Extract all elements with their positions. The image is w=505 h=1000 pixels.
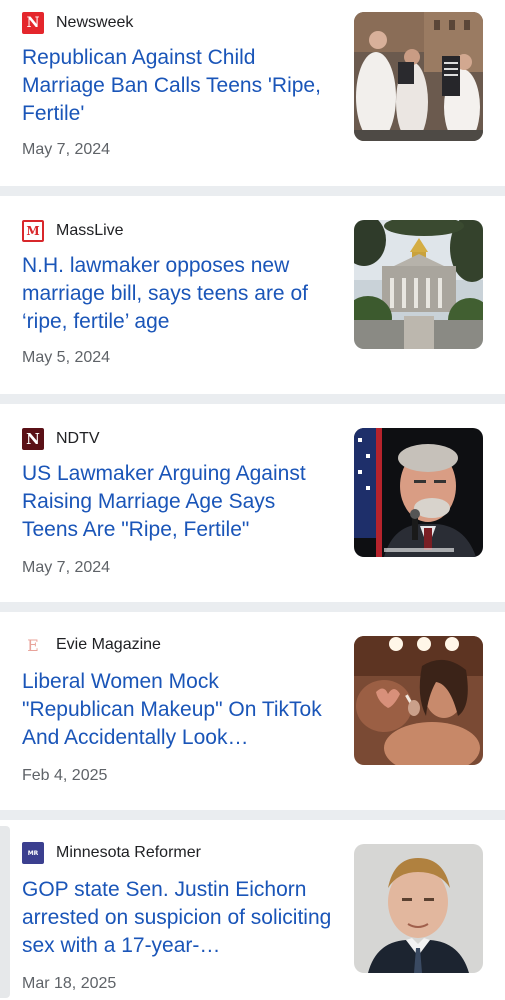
makeup-mirror-photo [354, 636, 483, 765]
news-card[interactable]: N Newsweek Republican Against Child Marr… [0, 0, 505, 186]
source-row: MR Minnesota Reformer [22, 842, 201, 864]
publish-date: Feb 4, 2025 [22, 767, 108, 784]
state-house-photo [354, 220, 483, 349]
article-thumbnail[interactable] [354, 12, 483, 141]
news-card[interactable]: MR Minnesota Reformer GOP state Sen. Jus… [0, 820, 505, 1000]
publish-date: May 7, 2024 [22, 559, 111, 576]
article-thumbnail[interactable] [354, 844, 483, 973]
source-name: Minnesota Reformer [56, 844, 201, 861]
card-separator [0, 602, 505, 612]
headline-link[interactable]: Liberal Women Mock "Republican Makeup" O… [22, 668, 334, 752]
headline-link[interactable]: Republican Against Child Marriage Ban Ca… [22, 44, 334, 128]
senator-portrait-photo [354, 844, 483, 973]
news-card[interactable]: E Evie Magazine Liberal Women Mock "Repu… [0, 612, 505, 798]
news-card[interactable]: N NDTV US Lawmaker Arguing Against Raisi… [0, 404, 505, 590]
article-thumbnail[interactable] [354, 636, 483, 765]
headline-link[interactable]: GOP state Sen. Justin Eichorn arrested o… [22, 876, 334, 960]
card-separator [0, 186, 505, 196]
source-row: M MassLive [22, 220, 124, 242]
publish-date: May 5, 2024 [22, 349, 111, 366]
article-thumbnail[interactable] [354, 220, 483, 349]
evie-logo-icon: E [22, 634, 44, 656]
protest-brides-photo [354, 12, 483, 141]
scroll-edge-handle[interactable] [0, 826, 10, 998]
source-row: E Evie Magazine [22, 634, 161, 656]
publish-date: May 7, 2024 [22, 141, 111, 158]
card-separator [0, 394, 505, 404]
newsweek-logo-icon: N [22, 12, 44, 34]
lawmaker-speaking-photo [354, 428, 483, 557]
article-thumbnail[interactable] [354, 428, 483, 557]
source-name: Evie Magazine [56, 636, 161, 653]
masslive-logo-icon: M [22, 220, 44, 242]
headline-link[interactable]: N.H. lawmaker opposes new marriage bill,… [22, 252, 334, 336]
publish-date: Mar 18, 2025 [22, 975, 117, 992]
source-row: N Newsweek [22, 12, 133, 34]
source-name: MassLive [56, 222, 124, 239]
headline-link[interactable]: US Lawmaker Arguing Against Raising Marr… [22, 460, 334, 544]
minnesota-reformer-logo-icon: MR [22, 842, 44, 864]
source-name: Newsweek [56, 14, 134, 31]
card-separator [0, 810, 505, 820]
ndtv-logo-icon: N [22, 428, 44, 450]
source-row: N NDTV [22, 428, 100, 450]
source-name: NDTV [56, 430, 100, 447]
news-card[interactable]: M MassLive N.H. lawmaker opposes new mar… [0, 196, 505, 382]
